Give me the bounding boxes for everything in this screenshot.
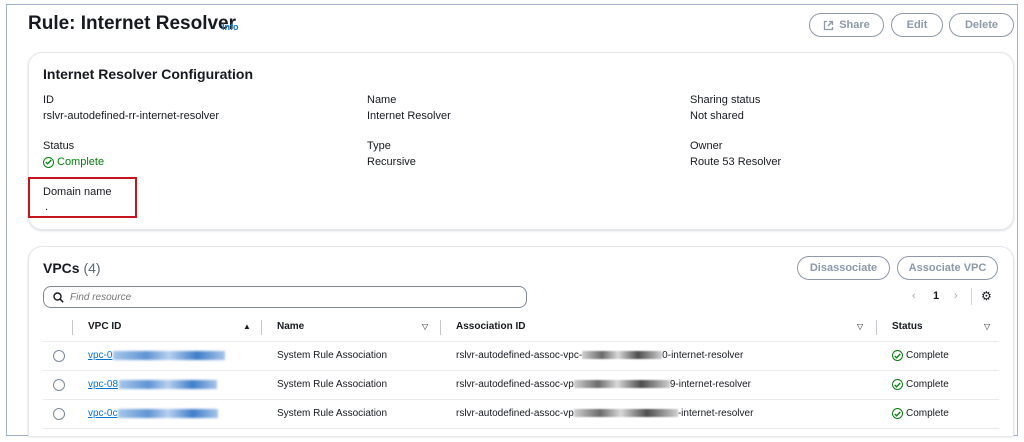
column-header-status[interactable]: Status xyxy=(892,321,923,332)
check-circle-icon xyxy=(43,156,54,168)
status-text: Complete xyxy=(57,156,105,168)
page-title: Rule: Internet Resolver xyxy=(28,13,236,34)
row-divider xyxy=(43,341,999,342)
column-divider xyxy=(440,320,441,335)
row-name: System Rule Association xyxy=(277,379,388,390)
status-label: Status xyxy=(43,140,75,152)
pager-divider xyxy=(971,288,972,305)
configuration-title: Internet Resolver Configuration xyxy=(43,66,254,82)
column-header-name[interactable]: Name xyxy=(277,321,304,332)
info-link[interactable]: Info xyxy=(222,22,239,32)
column-divider xyxy=(876,320,877,335)
assoc-suffix: 9-internet-resolver xyxy=(669,379,751,390)
vpcs-count: (4) xyxy=(83,260,101,276)
domain-name-highlight xyxy=(28,177,137,218)
search-input[interactable] xyxy=(70,291,510,303)
share-button[interactable]: Share xyxy=(809,13,884,37)
row-status: Complete xyxy=(892,408,949,419)
gear-icon[interactable]: ⚙ xyxy=(981,289,992,303)
assoc-suffix: 0-internet-resolver xyxy=(662,350,744,361)
name-label: Name xyxy=(367,94,397,106)
row-divider xyxy=(43,428,999,429)
vpc-id-link[interactable]: vpc-0c xyxy=(88,408,219,419)
edit-label: Edit xyxy=(906,19,928,31)
delete-label: Delete xyxy=(964,19,999,31)
id-value: rslvr-autodefined-rr-internet-resolver xyxy=(43,110,220,122)
sharing-status-label: Sharing status xyxy=(690,94,761,106)
check-circle-icon xyxy=(892,408,903,419)
column-divider xyxy=(261,320,262,335)
page-number[interactable]: 1 xyxy=(933,290,939,302)
vpc-id-text: vpc-08 xyxy=(88,379,119,390)
assoc-suffix: -internet-resolver xyxy=(677,408,754,419)
assoc-prefix: rslvr-autodefined-assoc-vpc- xyxy=(456,350,583,361)
chevron-right-icon[interactable]: › xyxy=(954,290,958,302)
row-status: Complete xyxy=(892,350,949,361)
redacted-text xyxy=(573,380,670,389)
row-select-radio[interactable] xyxy=(53,379,65,391)
row-divider xyxy=(43,399,999,400)
owner-value: Route 53 Resolver xyxy=(690,156,782,168)
external-link-icon xyxy=(824,20,834,30)
disassociate-button[interactable]: Disassociate xyxy=(797,256,890,280)
sort-down-icon[interactable]: ▽ xyxy=(984,322,990,331)
search-icon xyxy=(53,291,64,303)
associate-vpc-button[interactable]: Associate VPC xyxy=(897,256,998,280)
vpc-id-link[interactable]: vpc-08 xyxy=(88,379,218,390)
redacted-text xyxy=(573,409,678,418)
vpc-id-text: vpc-0 xyxy=(88,350,113,361)
row-association-id: rslvr-autodefined-assoc-vp -internet-reso… xyxy=(456,408,753,419)
row-status-text: Complete xyxy=(906,350,949,361)
column-header-association-id[interactable]: Association ID xyxy=(456,321,525,332)
row-status-text: Complete xyxy=(906,408,949,419)
type-value: Recursive xyxy=(367,156,416,168)
row-name: System Rule Association xyxy=(277,350,388,361)
assoc-prefix: rslvr-autodefined-assoc-vp xyxy=(456,379,574,390)
name-value: Internet Resolver xyxy=(367,110,451,122)
vpc-id-text: vpc-0c xyxy=(88,408,118,419)
edit-button[interactable]: Edit xyxy=(891,13,943,37)
column-header-vpc-id[interactable]: VPC ID xyxy=(88,321,121,332)
redacted-text xyxy=(582,351,663,360)
row-name: System Rule Association xyxy=(277,408,388,419)
sort-up-icon[interactable]: ▲ xyxy=(243,322,251,331)
vpcs-title: VPCs (4) xyxy=(43,260,101,276)
sharing-status-value: Not shared xyxy=(690,110,744,122)
vpcs-title-text: VPCs xyxy=(43,260,80,276)
disassociate-label: Disassociate xyxy=(809,262,878,274)
row-status-text: Complete xyxy=(906,379,949,390)
id-label: ID xyxy=(43,94,54,106)
row-status: Complete xyxy=(892,379,949,390)
row-divider xyxy=(43,370,999,371)
share-label: Share xyxy=(839,19,870,31)
associate-vpc-label: Associate VPC xyxy=(908,262,987,274)
vpc-id-link[interactable]: vpc-0 xyxy=(88,350,226,361)
redacted-text xyxy=(119,379,218,389)
type-label: Type xyxy=(367,140,391,152)
check-circle-icon xyxy=(892,350,903,361)
row-select-radio[interactable] xyxy=(53,350,65,362)
assoc-prefix: rslvr-autodefined-assoc-vp xyxy=(456,408,574,419)
row-select-radio[interactable] xyxy=(53,408,65,420)
chevron-left-icon[interactable]: ‹ xyxy=(912,290,916,302)
sort-down-icon[interactable]: ▽ xyxy=(857,322,863,331)
redacted-text xyxy=(118,408,219,418)
search-box[interactable] xyxy=(43,286,527,308)
status-value: Complete xyxy=(43,156,104,168)
row-association-id: rslvr-autodefined-assoc-vpc- 0-internet-r… xyxy=(456,350,743,361)
check-circle-icon xyxy=(892,379,903,390)
column-divider xyxy=(72,320,73,335)
redacted-text xyxy=(113,350,226,360)
row-association-id: rslvr-autodefined-assoc-vp 9-internet-res… xyxy=(456,379,751,390)
delete-button[interactable]: Delete xyxy=(949,13,1014,37)
owner-label: Owner xyxy=(690,140,723,152)
sort-down-icon[interactable]: ▽ xyxy=(422,322,428,331)
